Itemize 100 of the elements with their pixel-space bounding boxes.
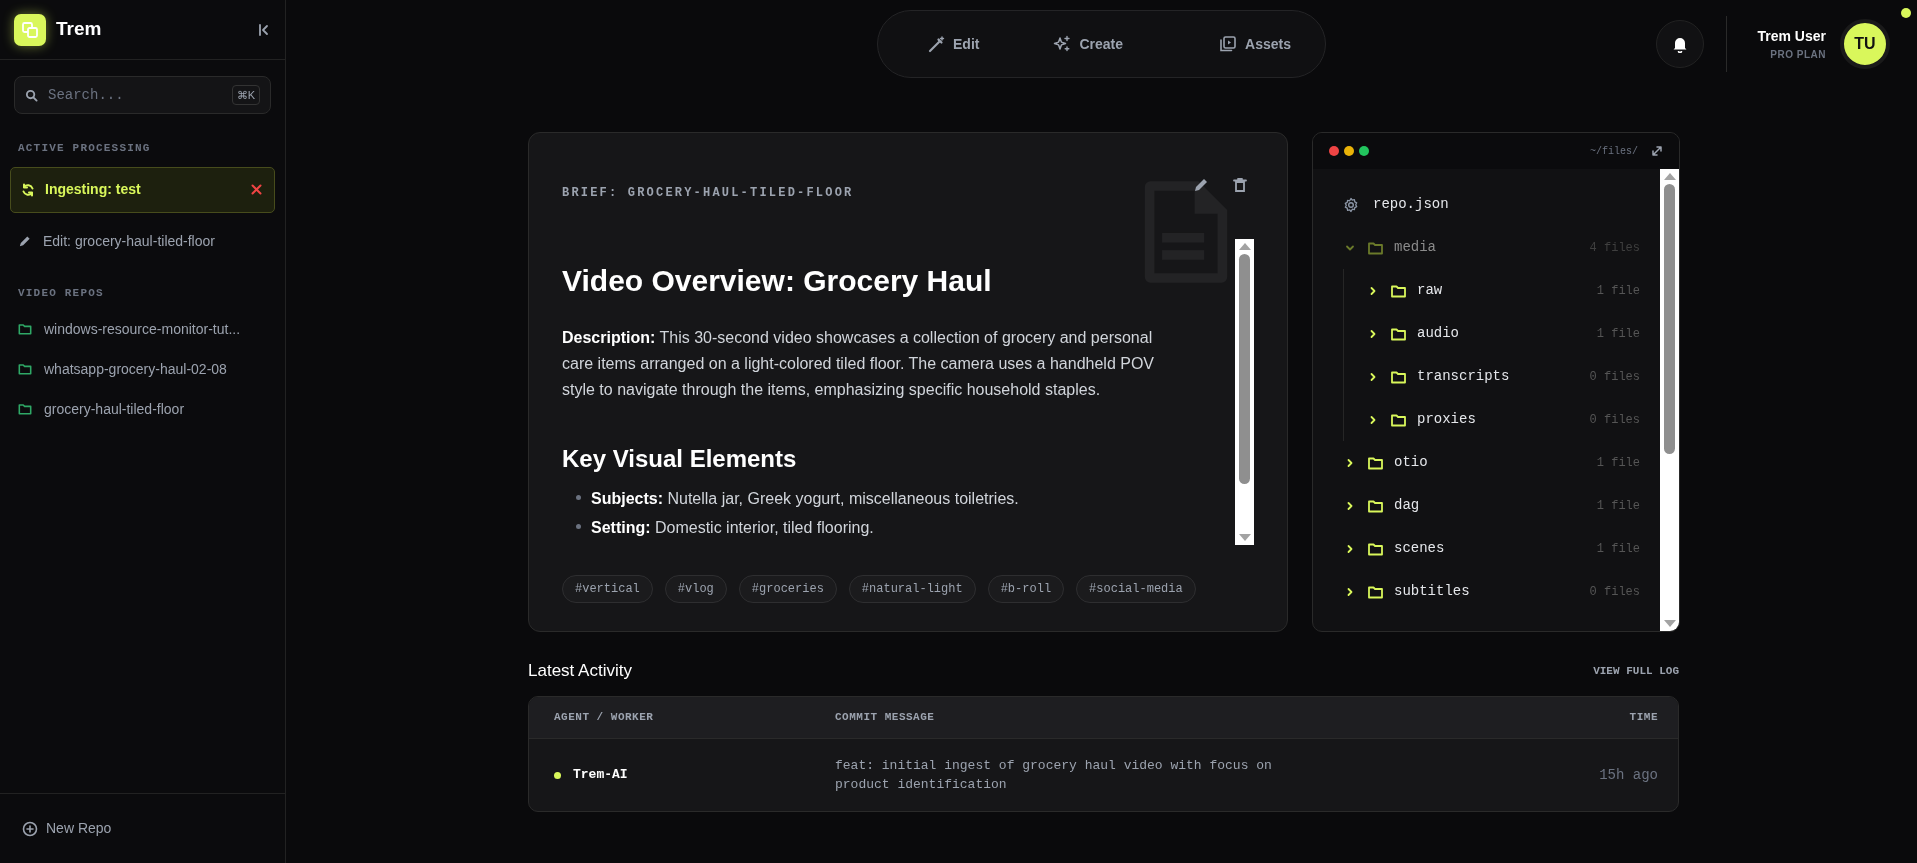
chevron-right-icon[interactable] [1345,500,1355,511]
expand-icon[interactable] [1651,145,1663,157]
bell-icon [1672,35,1688,53]
scrollbar[interactable] [1235,239,1254,545]
tree-row[interactable]: repo.json [1343,183,1660,226]
folder-icon [1390,326,1407,341]
folder-name: transcripts [1417,367,1510,386]
close-button[interactable] [251,184,262,195]
nav-tab[interactable]: Create [1043,27,1134,61]
tag-chip[interactable]: #natural-light [848,575,976,603]
brief-title: Video Overview: Grocery Haul [562,263,993,299]
item-label: Ingesting: test [45,180,141,199]
squares-icon [21,20,39,39]
folder-name: scenes [1394,539,1445,558]
pencil-icon [1193,177,1209,193]
tree-row[interactable]: audio 1 file [1366,312,1660,355]
tree-row[interactable]: transcripts 0 files [1366,355,1660,398]
item-label: Edit: grocery-haul-tiled-floor [43,232,215,251]
chevron-right-icon[interactable] [1368,371,1378,382]
delete-button[interactable] [1233,177,1247,193]
file-count: 0 files [1589,368,1640,386]
tree-row[interactable]: subtitles 0 files [1343,570,1660,613]
folder-icon [1367,541,1384,556]
tag-chip[interactable]: #vlog [664,575,727,603]
folder-icon [18,362,32,376]
window-dot[interactable] [1329,146,1339,156]
sparkles-icon [1053,35,1072,53]
folder-icon [1390,283,1407,298]
commit-message: feat: initial ingest of grocery haul video with focus on product identification [835,757,1273,794]
description-text: Description: This 30-second video showcases a collection of grocery and personal care items arranged on a light-colored tiled floor. The camera uses a handheld POV style to navigate through the items, emphasizing specific household staples. [562,328,1156,400]
folder-name: otio [1394,453,1428,472]
sidebar-item[interactable]: Edit: grocery-haul-tiled-floor [0,220,285,263]
search-icon [25,88,38,102]
column-header: COMMIT MESSAGE [835,710,936,726]
window-dot[interactable] [1359,146,1369,156]
tree-row[interactable]: raw 1 file [1366,269,1660,312]
sync-icon [21,182,35,197]
file-count: 1 file [1596,497,1640,515]
brand-name: Trem [56,17,102,42]
tag-chip[interactable]: #vertical [562,575,653,603]
search-input[interactable]: Search... [46,83,224,107]
view-log-link[interactable]: VIEW FULL LOG [1593,662,1679,680]
section-heading: ACTIVE PROCESSING [17,141,152,156]
bullet-icon [576,523,581,529]
tree-row[interactable]: otio 1 file [1343,441,1660,484]
repo-item[interactable]: grocery-haul-tiled-floor [0,389,285,429]
chevron-right-icon[interactable] [1345,543,1355,554]
chevron-right-icon[interactable] [1368,414,1378,425]
folder-name: proxies [1417,410,1476,429]
chevron-right-icon[interactable] [1368,328,1378,339]
repo-label: grocery-haul-tiled-floor [44,399,185,419]
folder-name: media [1394,238,1436,257]
folder-name: subtitles [1394,582,1470,601]
gear-icon [1343,196,1359,213]
folder-icon [1367,240,1384,255]
status-dot [1901,8,1911,18]
bullet-text: Setting: Domestic interior, tiled flooring. [591,517,874,538]
new-repo-button[interactable]: New Repo [22,818,112,839]
search-bar[interactable]: Search... ⌘K [14,76,271,114]
repo-item[interactable]: whatsapp-grocery-haul-02-08 [0,349,285,389]
processing-item[interactable]: Ingesting: test [10,166,275,213]
notifications-button[interactable] [1656,20,1704,68]
folder-icon [1390,369,1407,384]
user-name: Trem User [1757,27,1826,46]
file-count: 1 file [1596,540,1640,558]
user-avatar[interactable]: TU [1840,19,1890,69]
shortcut-hint: ⌘K [231,84,260,106]
collapse-button[interactable] [257,22,271,37]
section-heading: VIDEO REPOS [17,285,105,301]
media-library-icon [1219,35,1238,53]
file-count: 1 file [1596,282,1640,300]
time-cell-text: 15h ago [1599,765,1658,785]
tag-chip[interactable]: #groceries [738,575,837,603]
section-title: Key Visual Elements [562,445,798,474]
column-header: TIME [1629,710,1658,726]
close-icon [251,184,262,195]
bullet-icon [576,494,581,500]
repo-label: windows-resource-monitor-tut... [44,319,241,339]
tag-chip[interactable]: #b-roll [987,575,1065,603]
folder-name: audio [1417,324,1459,343]
chevron-right-icon[interactable] [1368,285,1378,296]
tree-row[interactable]: dag 1 file [1343,484,1660,527]
window-dot[interactable] [1344,146,1354,156]
scrollbar[interactable] [1660,169,1679,631]
folder-icon [1367,498,1384,513]
folder-icon [18,402,32,416]
nav-tab[interactable]: Assets [1209,27,1301,61]
path-label: ~/files/ [1590,144,1638,159]
folder-icon [1367,584,1384,599]
tag-chip[interactable]: #social-media [1076,575,1196,603]
repo-item[interactable]: windows-resource-monitor-tut... [0,309,285,349]
tree-row[interactable]: scenes 1 file [1343,527,1660,570]
chevron-right-icon[interactable] [1345,586,1355,597]
chevron-right-icon[interactable] [1345,457,1355,468]
edit-button[interactable] [1193,177,1209,193]
agent-name: Trem-AI [573,766,628,785]
tree-row[interactable]: proxies 0 files [1366,398,1660,441]
nav-tab[interactable]: Edit [918,27,990,61]
folder-icon [1367,455,1384,470]
file-count: 1 file [1596,454,1640,472]
